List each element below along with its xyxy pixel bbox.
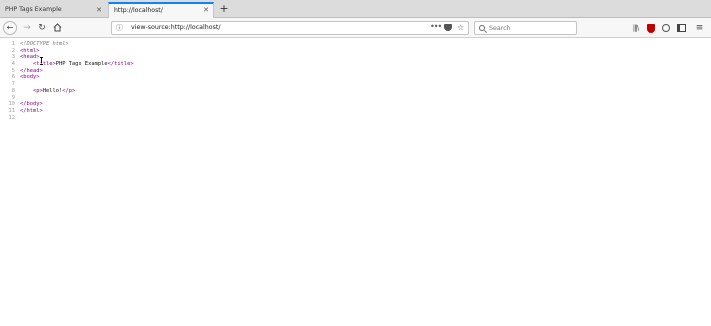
html-tag: <body> [20, 74, 40, 81]
reload-icon: ↻ [38, 23, 46, 33]
line-code: </html> [20, 108, 43, 115]
line-number: 6 [11, 74, 15, 81]
html-tag: </head> [20, 67, 43, 74]
sidebar-button[interactable] [675, 21, 688, 35]
line-number: 11 [8, 107, 16, 114]
line-number: 5 [11, 67, 15, 74]
line-code: <body> [20, 74, 39, 81]
line-number: 4 [11, 61, 15, 68]
source-line: 3 <head> [0, 54, 711, 61]
source-line: 5 </head> [0, 68, 711, 75]
doctype-declaration: <!DOCTYPE html> [20, 41, 69, 47]
html-tag: <html> [20, 47, 40, 54]
text-content [20, 88, 33, 94]
arrow-right-icon: → [23, 23, 31, 33]
text-content: PHP Tags Example [55, 61, 108, 68]
html-tag: <p> [32, 87, 43, 94]
line-number: 7 [11, 81, 15, 88]
url-bar[interactable]: ⓘ view-source:http://localhost/ ••• ☆ [111, 21, 469, 35]
library-button[interactable]: |||\ [629, 21, 642, 35]
html-tag: </body> [20, 101, 43, 108]
arrow-left-icon: ← [6, 23, 14, 32]
line-code: </head> [20, 68, 43, 75]
back-button[interactable]: ← [3, 21, 17, 35]
search-icon [479, 25, 485, 31]
source-line: 1 <!DOCTYPE html> [0, 41, 711, 48]
search-bar[interactable] [474, 21, 577, 35]
mask-icon [661, 24, 670, 32]
info-icon[interactable]: ⓘ [116, 23, 123, 34]
line-code: <p>Hello!</p> [20, 88, 75, 95]
sidebar-icon [677, 24, 686, 32]
tab-title: PHP Tags Example [5, 6, 62, 13]
text-content [20, 61, 33, 67]
shield-icon [646, 24, 655, 33]
library-icon: |||\ [632, 24, 640, 32]
url-text[interactable]: view-source:http://localhost/ [131, 22, 220, 34]
line-number: 8 [11, 87, 15, 94]
tab-php-tags-example[interactable]: PHP Tags Example ✕ [0, 2, 106, 18]
text-content: Hello! [42, 87, 63, 94]
line-number: 12 [8, 114, 16, 121]
forward-button[interactable]: → [20, 21, 34, 35]
html-tag: </title> [107, 61, 134, 68]
extension-button[interactable] [659, 21, 672, 35]
source-line: 2 <html> [0, 48, 711, 55]
pocket-icon[interactable] [444, 24, 452, 31]
line-code: <title>PHP Tags Example</title> [20, 61, 134, 68]
new-tab-button[interactable]: + [218, 3, 230, 15]
line-number: 2 [11, 47, 15, 54]
html-tag: <title> [32, 61, 56, 68]
source-line: 4 <title>PHP Tags Example</title> [0, 61, 711, 68]
tab-title: http://localhost/ [114, 7, 163, 14]
tab-strip: PHP Tags Example ✕ http://localhost/ ✕ + [0, 0, 711, 18]
search-input[interactable] [489, 23, 574, 33]
close-icon[interactable]: ✕ [203, 4, 209, 17]
line-code: <html> [20, 48, 39, 55]
html-tag: </html> [20, 107, 43, 114]
line-number: 1 [11, 41, 15, 47]
line-code: <head> [20, 54, 39, 61]
reload-button[interactable]: ↻ [35, 21, 49, 35]
home-icon [53, 23, 61, 32]
line-code: <!DOCTYPE html> [20, 41, 69, 48]
navigation-toolbar: ← → ↻ ⓘ view-source:http://localhost/ ••… [0, 18, 711, 38]
bookmark-star-icon[interactable]: ☆ [457, 22, 464, 34]
text-cursor-icon [40, 57, 44, 65]
menu-button[interactable]: ≡ [693, 21, 706, 35]
source-line: 11 </html> [0, 108, 711, 115]
source-line: 10 </body> [0, 101, 711, 108]
source-line: 8 <p>Hello!</p> [0, 88, 711, 95]
source-line: 6 <body> [0, 74, 711, 81]
hamburger-icon: ≡ [695, 23, 704, 33]
source-line: 12 [0, 115, 711, 122]
line-code: </body> [20, 101, 43, 108]
page-actions-button[interactable]: ••• [430, 21, 442, 33]
line-number: 10 [8, 101, 16, 108]
view-source-content: 1 <!DOCTYPE html> 2 <html> 3 <head> 4 <title>P… [0, 41, 711, 326]
line-number: 9 [11, 94, 15, 101]
ublock-button[interactable] [644, 21, 657, 35]
line-number: 3 [11, 54, 15, 61]
home-button[interactable] [50, 21, 64, 35]
tab-localhost[interactable]: http://localhost/ ✕ [108, 2, 214, 18]
html-tag: </p> [62, 87, 76, 94]
source-line: 7 [0, 81, 711, 88]
html-tag: <head> [20, 54, 40, 61]
source-line: 9 [0, 95, 711, 102]
close-icon[interactable]: ✕ [96, 2, 102, 18]
